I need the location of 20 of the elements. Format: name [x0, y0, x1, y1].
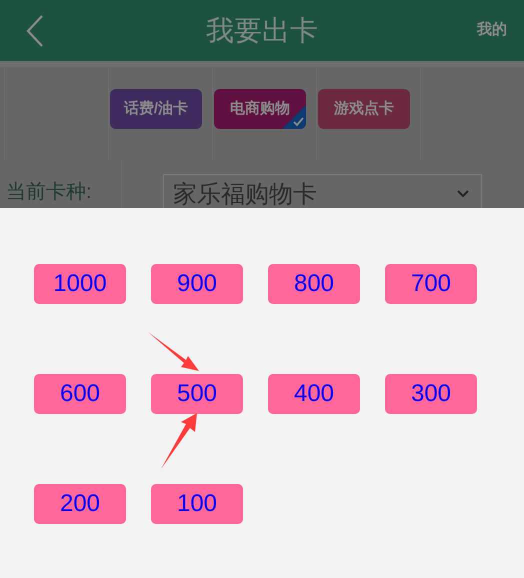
annotation-arrow — [148, 332, 199, 371]
amount-button[interactable]: 100 — [151, 484, 243, 524]
amount-button[interactable]: 300 — [385, 374, 477, 414]
back-icon[interactable] — [26, 14, 44, 46]
category-tab[interactable]: 游戏点卡 — [318, 89, 410, 129]
amount-button[interactable]: 800 — [268, 264, 360, 304]
amount-button[interactable]: 500 — [151, 374, 243, 414]
card-type-label: 当前卡种: — [6, 180, 92, 205]
amount-button[interactable]: 900 — [151, 264, 243, 304]
page-title: 我要出卡 — [206, 14, 318, 48]
amount-button[interactable]: 700 — [385, 264, 477, 304]
amount-button[interactable]: 200 — [34, 484, 126, 524]
amount-button[interactable]: 1000 — [34, 264, 126, 304]
annotation-arrow — [161, 413, 197, 469]
category-tab[interactable]: 话费/油卡 — [110, 89, 202, 129]
amount-button[interactable]: 600 — [34, 374, 126, 414]
category-tab[interactable]: 电商购物 — [214, 89, 306, 129]
chevron-down-icon — [457, 190, 469, 198]
mine-link[interactable]: 我的 — [477, 19, 507, 42]
amount-button[interactable]: 400 — [268, 374, 360, 414]
